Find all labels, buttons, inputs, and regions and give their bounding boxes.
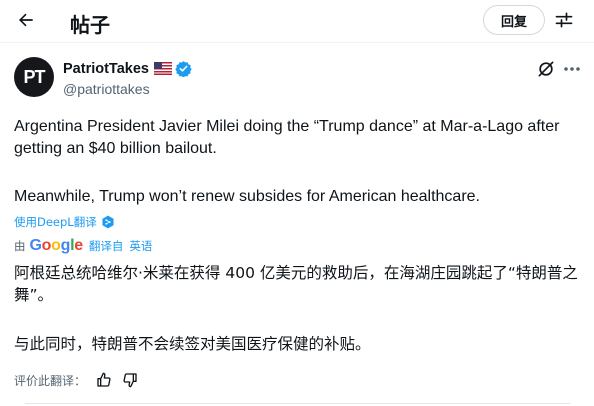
post-text-line: Meanwhile, Trump won’t renew subsides fo… <box>14 188 480 205</box>
rate-label: 评价此翻译： <box>14 373 87 388</box>
source-language[interactable]: 英语 <box>129 238 152 254</box>
avatar[interactable]: PT <box>14 57 54 97</box>
rate-translation-row: 评价此翻译： <box>14 370 138 390</box>
us-flag-icon <box>154 62 172 75</box>
deepl-label: 使用DeepL翻译 <box>14 215 97 229</box>
adjust-button[interactable] <box>552 8 576 32</box>
translated-text-line: 阿根廷总统哈维尔·米莱在获得 400 亿美元的救助后，在海湖庄园跳起了“特朗普之… <box>14 264 578 304</box>
translated-text-line: 与此同时，特朗普不会续签对美国医疗保健的补贴。 <box>14 335 371 353</box>
bottom-divider <box>25 403 570 404</box>
google-logo: Google <box>29 237 84 254</box>
grok-icon[interactable] <box>536 59 556 79</box>
more-dots-icon <box>564 67 580 71</box>
back-button[interactable] <box>12 6 40 34</box>
reply-button[interactable]: 回复 <box>483 5 545 35</box>
thumbs-up-icon[interactable] <box>96 372 112 388</box>
deepl-translate-link[interactable]: 使用DeepL翻译 <box>14 213 115 231</box>
verified-badge-icon <box>175 61 192 77</box>
header-divider <box>0 42 594 43</box>
more-options-button[interactable] <box>562 60 582 78</box>
deepl-badge-icon <box>102 215 114 229</box>
page-title: 帖子 <box>70 13 110 37</box>
author-name[interactable]: PatriotTakes <box>63 61 149 77</box>
by-label: 由 <box>14 239 26 253</box>
thumbs-down-icon[interactable] <box>122 372 138 388</box>
translated-from-label[interactable]: 翻译自 <box>89 238 124 254</box>
top-bar: 帖子 回复 <box>0 0 594 42</box>
post-text-line: Argentina President Javier Milei doing t… <box>14 118 560 157</box>
sliders-icon <box>555 12 573 28</box>
arrow-left-icon <box>19 13 33 27</box>
author-handle[interactable]: @patriottakes <box>63 81 150 97</box>
translation-attribution: 由 Google 翻译自 英语 <box>14 236 152 256</box>
